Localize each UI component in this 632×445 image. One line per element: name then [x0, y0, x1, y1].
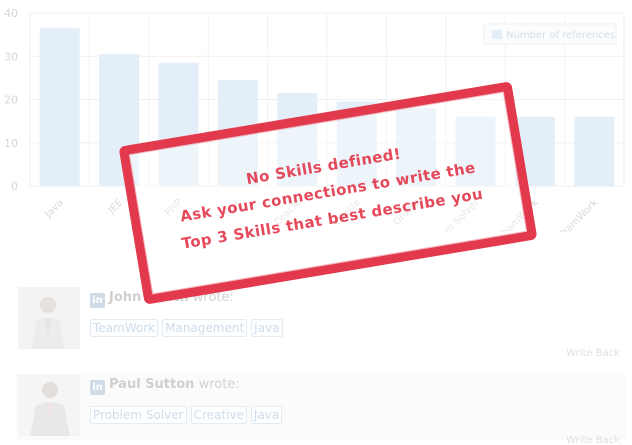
reference-avatar: [18, 287, 80, 349]
y-tick-label: 30: [4, 50, 18, 63]
reference-author-name[interactable]: Paul Sutton: [109, 377, 194, 392]
person-photo-icon: [18, 374, 80, 436]
bar: [39, 28, 80, 187]
y-tick-label: 40: [4, 7, 18, 20]
skill-tag[interactable]: Java: [251, 319, 283, 337]
skill-tag[interactable]: Creative: [190, 406, 247, 424]
y-tick-label: 10: [4, 137, 18, 150]
reference-card: in Paul Sutton wrote: Problem Solver Crea…: [16, 374, 626, 445]
x-tick-label: JEE: [106, 197, 126, 217]
y-tick-label: 20: [4, 94, 18, 107]
reference-header: in Paul Sutton wrote:: [90, 377, 240, 395]
reference-skill-tags: Problem Solver Creative Java: [90, 406, 283, 424]
skill-tag[interactable]: TeamWork: [90, 319, 159, 337]
y-tick-label: 0: [11, 180, 18, 193]
skill-tag[interactable]: Management: [162, 319, 248, 337]
skill-tag[interactable]: Java: [250, 406, 283, 424]
write-back-link[interactable]: Write Back: [566, 348, 620, 359]
linkedin-in-icon: in: [90, 293, 105, 308]
bar: [574, 116, 615, 186]
legend-label: Number of references: [506, 30, 615, 41]
reference-skill-tags: TeamWork Management Java: [90, 319, 283, 337]
linkedin-in-icon: in: [90, 380, 105, 395]
legend-swatch: [492, 30, 502, 39]
x-tick-label: TeamWork: [555, 197, 600, 232]
x-tick-label: Java: [42, 197, 65, 220]
reference-card: in John Smith wrote: TeamWork Management …: [16, 287, 626, 359]
write-back-link[interactable]: Write Back: [566, 435, 620, 445]
person-photo-icon: [18, 287, 80, 349]
reference-wrote-label: wrote:: [198, 377, 240, 392]
reference-avatar: [18, 374, 80, 436]
skill-tag[interactable]: Problem Solver: [90, 406, 187, 424]
